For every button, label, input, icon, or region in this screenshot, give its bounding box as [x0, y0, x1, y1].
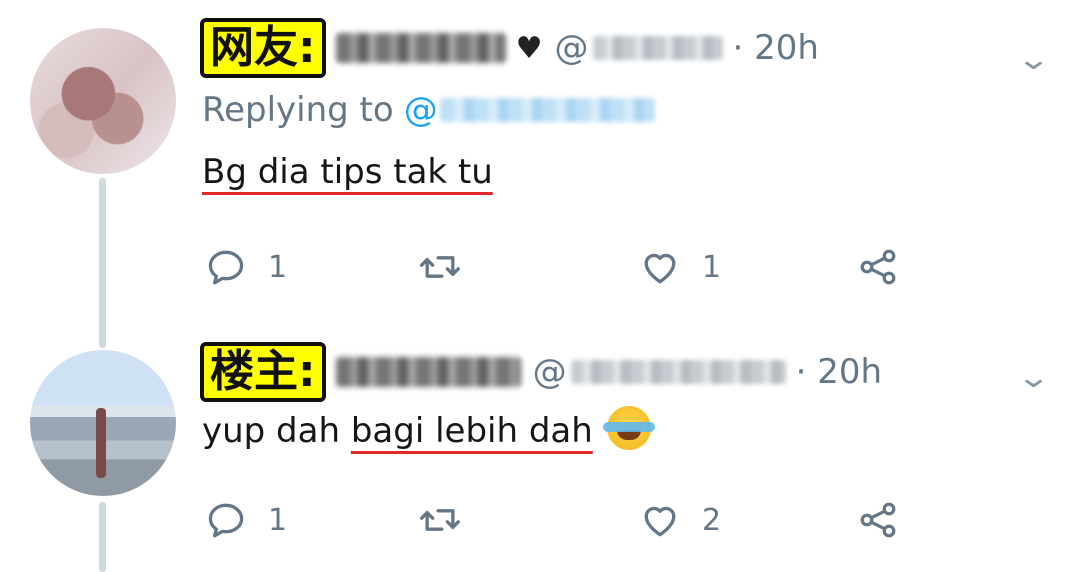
share-icon: [860, 249, 896, 285]
black-heart-icon: ♥: [515, 30, 543, 66]
reply-target-link[interactable]: @: [404, 90, 438, 130]
like-count: 2: [702, 502, 722, 538]
like-icon: [644, 506, 676, 537]
avatar[interactable]: [30, 28, 176, 174]
label-tag: 楼主:: [200, 342, 326, 402]
tweet-2[interactable]: 楼主: @ · 20h ⌄ yup dah bagi lebih dah 1 2: [0, 320, 1080, 572]
reply-count: 1: [268, 502, 288, 538]
share-icon: [860, 502, 896, 538]
tweet-text: Bg dia tips tak tu: [202, 152, 493, 192]
chevron-down-icon[interactable]: ⌄: [1016, 42, 1051, 77]
like-button[interactable]: 2: [638, 498, 721, 542]
avatar[interactable]: [30, 350, 176, 496]
tweet-text: yup dah bagi lebih dah: [202, 406, 655, 451]
retweet-icon: [420, 509, 460, 531]
tweet-header: 网友: ♥ @ · 20h: [200, 18, 819, 78]
retweet-button[interactable]: [418, 245, 482, 289]
reply-target-blurred[interactable]: [439, 98, 655, 122]
tweet-actions: 1 2: [200, 498, 920, 548]
retweet-button[interactable]: [418, 498, 482, 542]
tweet-actions: 1 1: [200, 245, 920, 295]
reply-icon: [208, 250, 244, 285]
like-icon: [644, 253, 676, 284]
label-tag: 网友:: [200, 18, 326, 78]
tweet-header: 楼主: @ · 20h: [200, 342, 882, 402]
user-handle[interactable]: @: [533, 352, 786, 392]
reply-button[interactable]: 1: [204, 245, 287, 289]
handle-blurred: [592, 36, 723, 60]
like-button[interactable]: 1: [638, 245, 721, 289]
chevron-down-icon[interactable]: ⌄: [1016, 360, 1051, 395]
timestamp[interactable]: · 20h: [796, 352, 882, 392]
display-name-blurred[interactable]: [335, 357, 521, 387]
like-count: 1: [702, 249, 722, 285]
thread-line: [99, 502, 106, 572]
reply-count: 1: [268, 249, 288, 285]
replying-to: Replying to @: [202, 90, 655, 130]
replying-label: Replying to: [202, 90, 394, 130]
tweet-1[interactable]: 网友: ♥ @ · 20h ⌄ Replying to @ Bg dia tip…: [0, 0, 1080, 348]
share-button[interactable]: [856, 245, 900, 289]
reply-button[interactable]: 1: [204, 498, 287, 542]
user-handle[interactable]: @: [555, 28, 723, 68]
crying-laughing-emoji: [602, 406, 655, 450]
retweet-icon: [420, 256, 460, 278]
display-name-blurred[interactable]: [335, 33, 506, 63]
timestamp[interactable]: · 20h: [733, 28, 819, 68]
handle-blurred: [570, 360, 786, 384]
reply-icon: [208, 503, 244, 538]
share-button[interactable]: [856, 498, 900, 542]
